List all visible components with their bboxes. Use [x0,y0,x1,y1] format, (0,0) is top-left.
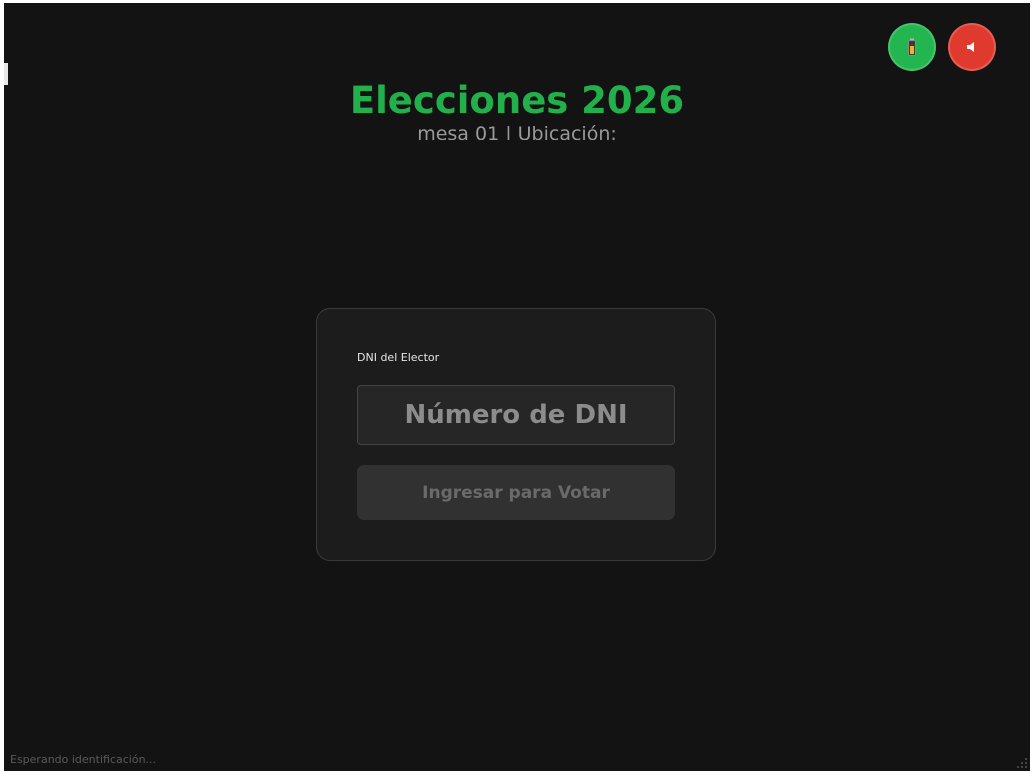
speaker-muted-icon [967,42,979,52]
status-text: Esperando identificación... [10,753,157,766]
battery-button[interactable] [888,23,936,71]
mute-button[interactable] [948,23,996,71]
page-subtitle: mesa 01 | Ubicación: [417,123,617,140]
dni-label: DNI del Elector [357,351,440,364]
login-card: DNI del Elector Ingresar para Votar [316,308,716,561]
app-window: Elecciones 2026 mesa 01 | Ubicación: DNI… [4,3,1030,771]
battery-icon [908,38,916,56]
page-title: Elecciones 2026 [349,79,685,122]
dni-input[interactable] [357,385,675,445]
submit-vote-button[interactable]: Ingresar para Votar [357,465,675,520]
resize-grip-icon[interactable] [1016,757,1028,769]
